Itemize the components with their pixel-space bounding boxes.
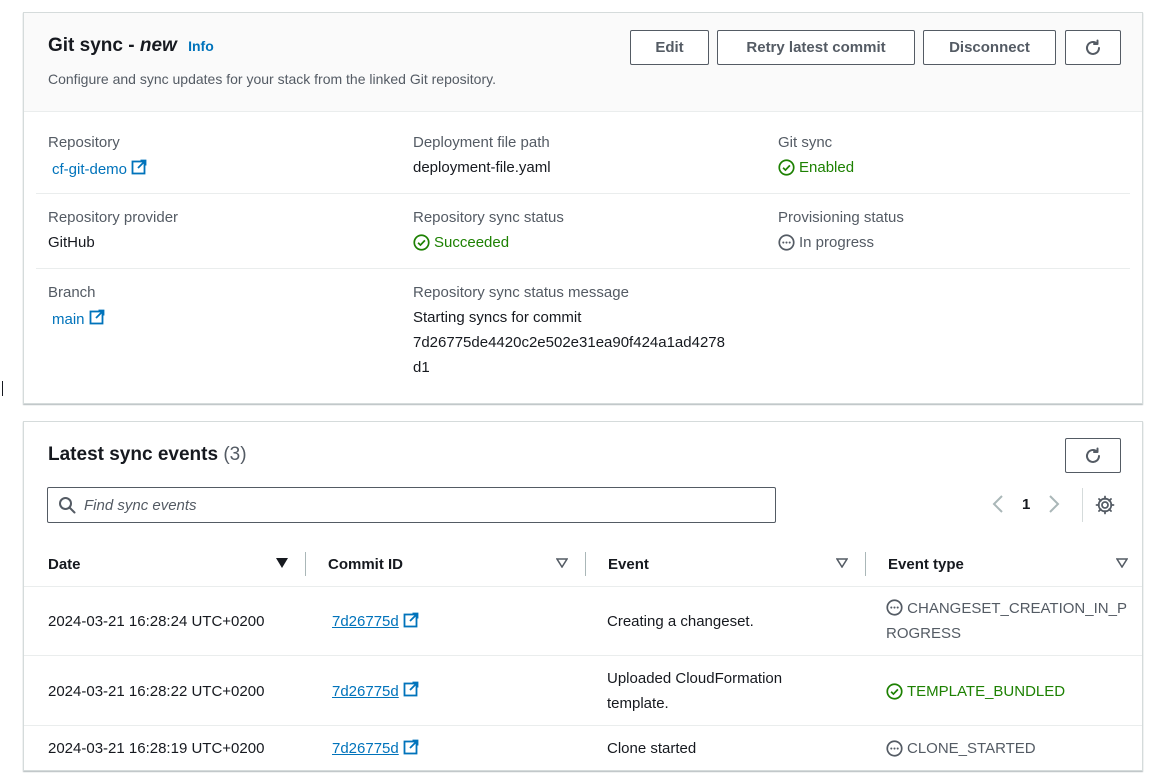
- sync-status-message-label: Repository sync status message: [413, 284, 629, 301]
- check-circle-icon: [413, 234, 430, 251]
- check-circle-icon: [778, 159, 795, 176]
- sort-descending-icon[interactable]: [276, 558, 288, 568]
- sort-icon[interactable]: [836, 558, 848, 568]
- column-header-event[interactable]: Event: [608, 542, 649, 587]
- event-description: Clone started: [607, 740, 697, 757]
- column-header-date[interactable]: Date: [48, 542, 81, 587]
- git-sync-panel: Git sync - new Info Configure and sync u…: [23, 12, 1143, 404]
- refresh-icon: [1086, 447, 1100, 463]
- event-date: 2024-03-21 16:28:19 UTC+0200: [48, 740, 265, 757]
- in-progress-icon: [886, 599, 903, 616]
- repository-sync-status-field: Repository sync status Succeeded: [413, 209, 564, 251]
- event-description: Creating a changeset.: [607, 613, 754, 630]
- git-sync-header: Git sync - new Info Configure and sync u…: [24, 13, 1142, 112]
- event-type: CHANGESET_CREATION_IN_P ROGRESS: [886, 599, 1127, 642]
- repository-field: Repository cf-git-demo: [48, 134, 147, 179]
- repository-sync-status-value: Succeeded: [413, 234, 564, 251]
- provisioning-status-value: In progress: [778, 234, 904, 251]
- refresh-button[interactable]: [1065, 30, 1121, 65]
- events-table-header: Date Commit ID Event Event type: [24, 542, 1142, 587]
- search-icon: [59, 497, 76, 514]
- table-row: 2024-03-21 16:28:24 UTC+0200 7d26775d Cr…: [24, 587, 1142, 656]
- repository-sync-status-label: Repository sync status: [413, 209, 564, 226]
- sync-status-message-value: Starting syncs for commit 7d26775de4420c…: [413, 309, 725, 376]
- chevron-left-icon: [992, 495, 1003, 513]
- external-link-icon: [403, 739, 419, 759]
- pagination: 1: [986, 492, 1066, 516]
- deployment-file-path-value: deployment-file.yaml: [413, 159, 551, 176]
- commit-link[interactable]: 7d26775d: [332, 726, 419, 771]
- column-header-commit-id[interactable]: Commit ID: [328, 542, 403, 587]
- external-link-icon: [131, 159, 147, 179]
- page-title: Git sync - new Info: [48, 35, 214, 56]
- retry-latest-commit-button[interactable]: Retry latest commit: [717, 30, 915, 65]
- branch-field: Branch main: [48, 284, 105, 329]
- page-number[interactable]: 1: [1022, 496, 1030, 513]
- divider: [36, 193, 1130, 194]
- in-progress-icon: [886, 740, 903, 757]
- repository-provider-field: Repository provider GitHub: [48, 209, 178, 251]
- external-link-icon: [403, 681, 419, 701]
- events-title: Latest sync events (3): [48, 444, 247, 465]
- refresh-icon: [1086, 39, 1100, 55]
- event-description: Uploaded CloudFormation template.: [607, 670, 783, 712]
- events-refresh-button[interactable]: [1065, 438, 1121, 473]
- repository-provider-value: GitHub: [48, 234, 95, 251]
- branch-label: Branch: [48, 284, 96, 301]
- search-input[interactable]: [84, 496, 724, 514]
- info-link[interactable]: Info: [188, 38, 214, 54]
- title-new-tag: new: [139, 35, 177, 56]
- divider: [36, 268, 1130, 269]
- column-divider[interactable]: [305, 552, 306, 576]
- event-type: TEMPLATE_BUNDLED: [886, 656, 1065, 726]
- repository-link[interactable]: cf-git-demo: [52, 159, 147, 179]
- column-header-event-type[interactable]: Event type: [888, 542, 964, 587]
- event-type: CLONE_STARTED: [886, 726, 1036, 771]
- settings-button[interactable]: [1093, 493, 1117, 517]
- table-row: 2024-03-21 16:28:22 UTC+0200 7d26775d Up…: [24, 656, 1142, 726]
- page-subtitle: Configure and sync updates for your stac…: [48, 71, 496, 87]
- deployment-file-path-label: Deployment file path: [413, 134, 550, 151]
- column-divider[interactable]: [585, 552, 586, 576]
- pager-divider: [1082, 488, 1083, 522]
- branch-link[interactable]: main: [52, 309, 105, 329]
- event-date: 2024-03-21 16:28:24 UTC+0200: [48, 613, 265, 630]
- provisioning-status-label: Provisioning status: [778, 209, 904, 226]
- sync-status-message-field: Repository sync status message Starting …: [413, 284, 763, 380]
- deployment-file-path-field: Deployment file path deployment-file.yam…: [413, 134, 551, 176]
- git-sync-field: Git sync Enabled: [778, 134, 854, 176]
- provisioning-status-field: Provisioning status In progress: [778, 209, 904, 251]
- edit-button[interactable]: Edit: [630, 30, 709, 65]
- commit-link[interactable]: 7d26775d: [332, 656, 419, 726]
- external-link-icon: [403, 612, 419, 632]
- repository-label: Repository: [48, 134, 120, 151]
- column-divider[interactable]: [865, 552, 866, 576]
- search-box[interactable]: [47, 487, 776, 523]
- gear-icon: [1095, 495, 1115, 515]
- next-page-button[interactable]: [1042, 492, 1066, 516]
- disconnect-button[interactable]: Disconnect: [923, 30, 1056, 65]
- chevron-right-icon: [1049, 495, 1060, 513]
- events-count: (3): [223, 444, 247, 465]
- in-progress-icon: [778, 234, 795, 251]
- repository-provider-label: Repository provider: [48, 209, 179, 226]
- event-date: 2024-03-21 16:28:22 UTC+0200: [48, 682, 265, 700]
- git-sync-status: Enabled: [778, 159, 854, 176]
- table-row: 2024-03-21 16:28:19 UTC+0200 7d26775d Cl…: [24, 726, 1142, 771]
- sort-icon[interactable]: [556, 558, 568, 568]
- git-sync-label: Git sync: [778, 134, 833, 151]
- external-link-icon: [89, 309, 105, 329]
- edge-marker: [2, 381, 3, 396]
- sort-icon[interactable]: [1116, 558, 1128, 568]
- check-circle-icon: [886, 682, 903, 700]
- commit-link[interactable]: 7d26775d: [332, 587, 419, 656]
- sync-events-panel: Latest sync events (3) 1 Date Commit ID: [23, 421, 1143, 771]
- previous-page-button[interactable]: [986, 492, 1010, 516]
